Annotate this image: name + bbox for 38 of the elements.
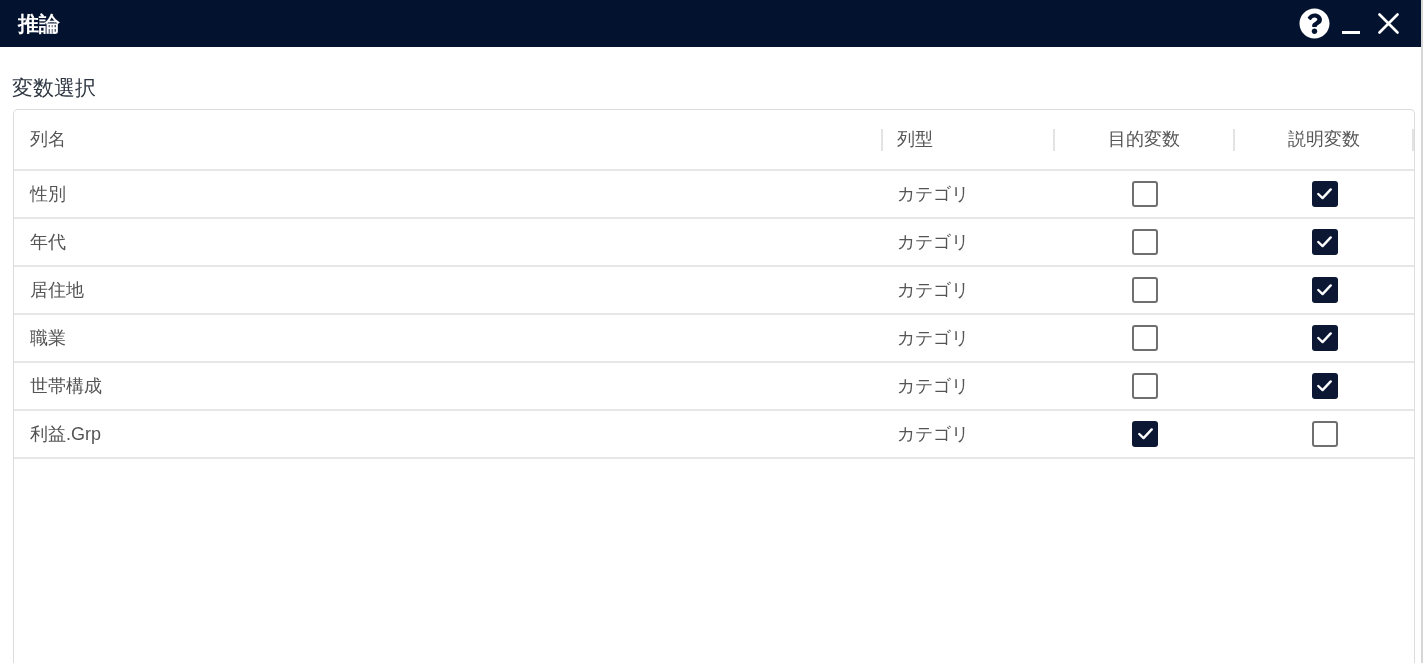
column-type-cell-text: カテゴリ — [897, 230, 969, 254]
column-header: 列型 — [897, 128, 933, 151]
checkbox[interactable] — [1132, 325, 1158, 351]
checkmark-icon — [1317, 380, 1332, 392]
checkmark-icon — [1317, 284, 1332, 296]
column-header: 列名 — [30, 128, 66, 151]
checked-checkbox[interactable] — [1311, 277, 1338, 303]
column-type-cell-text: カテゴリ — [897, 182, 969, 206]
column-name-cell-text: 居住地 — [30, 278, 84, 302]
column-name-cell-text: 年代 — [30, 230, 66, 254]
checkmark-icon — [1137, 428, 1153, 440]
checked-checkbox[interactable] — [1311, 181, 1338, 207]
checkmark-icon — [1317, 332, 1332, 344]
checkbox[interactable] — [1132, 229, 1158, 255]
checkbox[interactable] — [1132, 277, 1158, 303]
checkbox[interactable] — [1132, 181, 1158, 207]
help-icon[interactable] — [1299, 8, 1330, 39]
column-name-cell-text: 職業 — [30, 326, 66, 350]
column-header: 説明変数 — [1287, 128, 1360, 151]
checkmark-icon — [1317, 236, 1332, 248]
checkmark-icon — [1317, 188, 1332, 200]
close-icon[interactable] — [1378, 13, 1399, 34]
section-title: 変数選択 — [12, 76, 96, 99]
column-name-cell-text: 利益.Grp — [30, 422, 101, 446]
column-type-cell-text: カテゴリ — [897, 278, 969, 302]
column-name-cell-text: 世帯構成 — [30, 374, 102, 398]
checked-checkbox[interactable] — [1311, 373, 1338, 399]
window-title: 推論 — [18, 10, 60, 37]
checked-checkbox[interactable] — [1132, 421, 1158, 447]
checkbox[interactable] — [1132, 373, 1158, 399]
column-type-cell-text: カテゴリ — [897, 374, 969, 398]
checked-checkbox[interactable] — [1311, 325, 1338, 351]
checked-checkbox[interactable] — [1311, 229, 1338, 255]
column-name-cell-text: 性別 — [30, 182, 66, 206]
column-type-cell-text: カテゴリ — [897, 422, 969, 446]
checkbox[interactable] — [1311, 421, 1338, 447]
column-type-cell-text: カテゴリ — [897, 326, 969, 350]
column-header: 目的変数 — [1108, 128, 1180, 151]
